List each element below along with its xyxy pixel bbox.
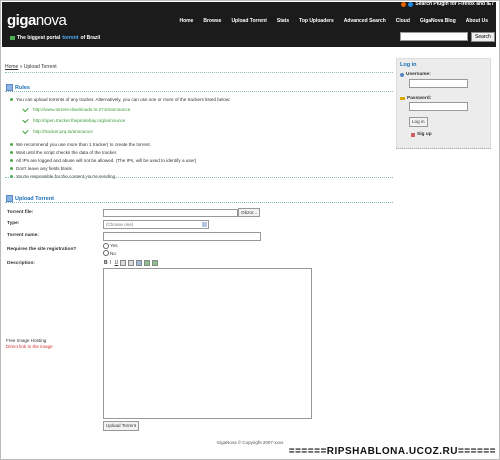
nav-home[interactable]: Home [174, 18, 198, 24]
username-input[interactable] [409, 79, 468, 88]
nav-about-us[interactable]: About Us [461, 18, 493, 24]
tracker-item[interactable]: http://open.tracker.thepiratebay.org/ann… [22, 116, 390, 124]
password-input[interactable] [409, 102, 468, 111]
check-icon [22, 127, 29, 135]
rule-intro: You can upload torrents of any tracker. … [10, 95, 390, 103]
upload-icon [6, 195, 13, 202]
rules-icon [6, 84, 13, 91]
image-icon[interactable] [144, 260, 151, 266]
tracker-item[interactable]: http://www.torrent-downloads.to:2710/ann… [22, 105, 390, 113]
nav-cloud[interactable]: Cloud [391, 18, 415, 24]
firefox-icon [401, 1, 407, 7]
editor-toolbar: B I U [104, 260, 159, 266]
breadcrumb-current: Upload Torrent [23, 64, 57, 70]
nav-browse[interactable]: Browse [198, 18, 226, 24]
signup-icon [411, 132, 415, 137]
description-label: Description: [7, 261, 35, 266]
nav-upload-torrent[interactable]: Upload Torrent [226, 18, 271, 24]
breadcrumb: Home » Upload Torrent [5, 64, 57, 70]
nav-giganova-blog[interactable]: GigaNova Blog [415, 18, 461, 24]
header-bar: giganova Search Plugin for Firefox and I… [2, 1, 496, 47]
divider [5, 202, 393, 203]
italic-button[interactable]: I [110, 260, 113, 266]
rule-item: We recommend you use more than 1 tracker… [10, 140, 390, 148]
rule-item: Don't leave any fields blank. [10, 164, 390, 172]
check-icon [22, 105, 29, 113]
align-icon[interactable] [120, 260, 127, 266]
radio-no-label: No [110, 251, 116, 256]
nav-top-uploaders[interactable]: Top Uploaders [294, 18, 339, 24]
link-icon[interactable] [136, 260, 143, 266]
divider [5, 72, 393, 73]
image-hosting-label: Free Image Hosting [6, 338, 47, 343]
direct-link[interactable]: Direct link to the image [6, 344, 53, 349]
rules-list: You can upload torrents of any tracker. … [10, 95, 390, 180]
check-icon [22, 116, 29, 124]
user-icon [400, 72, 404, 77]
login-title: Log in [400, 62, 417, 68]
search-plugin-link[interactable]: Search Plugin for Firefox and IE7 [401, 1, 494, 7]
copyright: GigaNova © Copyright 2007-xxxx [216, 440, 284, 445]
search-button[interactable]: Search [471, 32, 495, 42]
description-textarea[interactable] [103, 268, 312, 419]
torrent-name-label: Torrent name: [7, 233, 39, 238]
type-label: Type: [7, 221, 20, 226]
radio-no[interactable] [103, 250, 109, 256]
password-label: Password: [400, 96, 431, 101]
ie-icon [408, 1, 414, 7]
bullet-icon [10, 142, 13, 146]
bold-button[interactable]: B [104, 260, 108, 266]
search-plugin-label: Search Plugin for Firefox and IE7 [415, 1, 494, 7]
torrent-name-input[interactable] [103, 232, 261, 241]
radio-yes-label: Yes [110, 243, 118, 248]
torrent-file-label: Torrent file: [7, 210, 34, 215]
login-panel: Log in Username: Password: Log in Sig up [396, 58, 491, 149]
list-icon[interactable] [128, 260, 135, 266]
torrent-file-input[interactable] [103, 209, 238, 217]
signup-link[interactable]: Sig up [411, 132, 432, 137]
type-selected: (Choose one) [106, 222, 134, 227]
header-search: Search [400, 32, 495, 42]
chevron-down-icon [202, 222, 207, 227]
bullet-icon [10, 158, 13, 162]
bullet-icon [10, 150, 13, 154]
divider [5, 91, 393, 92]
registration-label: Requires the site registration? [7, 247, 77, 252]
upload-title: Upload Torrent [6, 195, 54, 202]
divider [5, 177, 393, 178]
login-button[interactable]: Log in [409, 117, 428, 127]
rule-item: All IPs are logged and abuse will not be… [10, 156, 390, 164]
main-nav: Home Browse Upload Torrent Stats Top Upl… [174, 18, 493, 24]
radio-yes[interactable] [103, 243, 109, 249]
watermark: ======RIPSHABLONA.UCOZ.RU====== [288, 446, 496, 457]
site-logo[interactable]: giganova [7, 12, 67, 29]
search-input[interactable] [400, 32, 468, 41]
tagline: The biggest portal torrent of Brazil [10, 35, 100, 41]
breadcrumb-home[interactable]: Home [5, 64, 18, 70]
rule-item: Wait until the script checks the data of… [10, 148, 390, 156]
rules-title: Rules [6, 84, 30, 91]
upload-submit-button[interactable]: Upload Torrent [103, 421, 140, 431]
smiley-icon[interactable] [152, 260, 159, 266]
tag-icon [10, 36, 15, 40]
sidebar-divider [396, 148, 491, 149]
nav-advanced-search[interactable]: Advanced Search [339, 18, 391, 24]
key-icon [400, 97, 405, 100]
browse-button[interactable]: Obzor... [238, 208, 261, 217]
underline-button[interactable]: U [115, 260, 119, 266]
rule-item: You're responsible for the content you'r… [10, 172, 390, 180]
type-select[interactable]: (Choose one) [103, 220, 209, 229]
bullet-icon [10, 97, 13, 101]
bullet-icon [10, 166, 13, 170]
username-label: Username: [400, 72, 431, 77]
nav-stats[interactable]: Stats [272, 18, 294, 24]
tracker-item[interactable]: http://tracker.prq.to/announce [22, 127, 390, 135]
